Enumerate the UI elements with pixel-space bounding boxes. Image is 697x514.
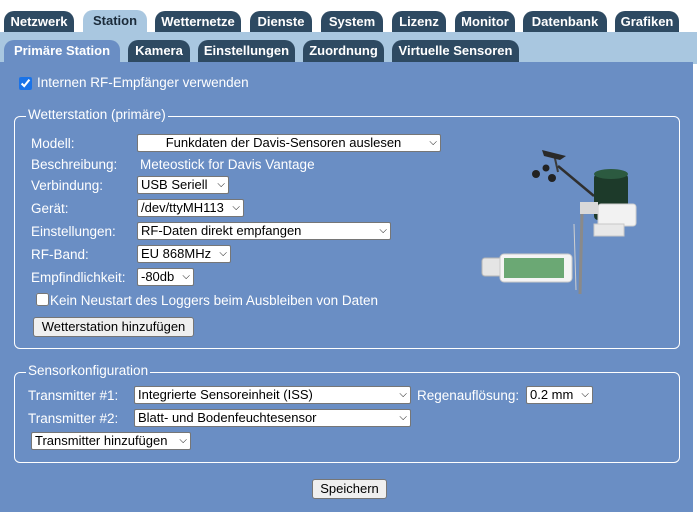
chevron-down-icon: ⌵ [217, 179, 225, 190]
chevron-down-icon: ⌵ [182, 271, 190, 282]
wind-cup-icon [548, 174, 556, 182]
device-label: Gerät: [31, 201, 69, 216]
chevron-down-icon: ⌵ [399, 389, 407, 400]
tab-datenbank[interactable]: Datenbank [523, 11, 607, 32]
transmitter2-select-value: Blatt- und Bodenfeuchtesensor [138, 410, 317, 425]
rain-collector-top [594, 169, 628, 179]
rf-receiver-checkbox[interactable] [19, 77, 32, 90]
model-select-value: Funkdaten der Davis-Sensoren auslesen [165, 135, 402, 150]
description-label: Beschreibung: [31, 157, 118, 172]
tab-lizenz[interactable]: Lizenz [392, 11, 446, 32]
settings-label: Einstellungen: [31, 224, 116, 239]
tab-grafiken[interactable]: Grafiken [615, 11, 679, 32]
rain-resolution-label: Regenauflösung: [417, 388, 520, 403]
wind-cup-icon [532, 170, 540, 178]
transmitter1-label: Transmitter #1: [28, 388, 119, 403]
add-transmitter-select-value: Transmitter hinzufügen [35, 433, 168, 448]
rf-receiver-label: Internen RF-Empfänger verwenden [37, 75, 249, 90]
no-restart-checkbox[interactable] [36, 293, 49, 306]
chevron-down-icon: ⌵ [219, 248, 227, 259]
chevron-down-icon: ⌵ [379, 225, 387, 236]
description-value: Meteostick for Davis Vantage [140, 157, 315, 172]
antenna-line [573, 223, 577, 291]
no-restart-label: Kein Neustart des Loggers beim Ausbleibe… [50, 293, 378, 308]
sensor-config-legend: Sensorkonfiguration [26, 363, 151, 378]
circuit-board-icon [504, 258, 564, 278]
device-select-value: /dev/ttyMH113 [141, 200, 224, 215]
tab-virtuelle-sensoren[interactable]: Virtuelle Sensoren [392, 40, 519, 62]
connection-select-value: USB Seriell [141, 177, 208, 192]
chevron-down-icon: ⌵ [179, 435, 187, 446]
tab-system[interactable]: System [321, 11, 383, 32]
weather-station-legend: Wetterstation (primäre) [26, 107, 168, 122]
main-tab-bar: Netzwerk Station Wetternetze Dienste Sys… [0, 0, 697, 32]
model-label: Modell: [31, 136, 75, 151]
sensitivity-select-value: -80db [141, 269, 175, 284]
device-select[interactable]: /dev/ttyMH113 ⌵ [137, 199, 244, 217]
settings-select-value: RF-Daten direkt empfangen [141, 223, 302, 238]
connection-label: Verbindung: [31, 178, 104, 193]
chevron-down-icon: ⌵ [429, 137, 437, 148]
save-button[interactable]: Speichern [312, 479, 387, 499]
rf-band-select-value: EU 868MHz [141, 246, 212, 261]
tab-wetternetze[interactable]: Wetternetze [155, 11, 241, 32]
tab-primaere-station[interactable]: Primäre Station [4, 40, 120, 64]
transmitter1-select[interactable]: Integrierte Sensoreinheit (ISS) ⌵ [134, 386, 411, 404]
tab-einstellungen[interactable]: Einstellungen [198, 40, 295, 62]
chevron-down-icon: ⌵ [581, 389, 589, 400]
transmitter2-select[interactable]: Blatt- und Bodenfeuchtesensor ⌵ [134, 409, 411, 427]
chevron-down-icon: ⌵ [399, 412, 407, 423]
shield-plate-icon [593, 223, 625, 237]
weather-station-image [481, 150, 637, 295]
wind-cup-icon [542, 164, 550, 172]
wind-vane-icon [542, 150, 566, 160]
tab-netzwerk[interactable]: Netzwerk [4, 11, 74, 32]
rain-resolution-select[interactable]: 0.2 mm ⌵ [526, 386, 593, 404]
tab-kamera[interactable]: Kamera [128, 40, 190, 62]
transmitter1-select-value: Integrierte Sensoreinheit (ISS) [138, 387, 313, 402]
radiation-shield-icon [597, 203, 637, 227]
bracket-icon [580, 202, 598, 214]
rf-band-label: RF-Band: [31, 247, 89, 262]
tab-dienste[interactable]: Dienste [250, 11, 312, 32]
connection-select[interactable]: USB Seriell ⌵ [137, 176, 229, 194]
rf-band-select[interactable]: EU 868MHz ⌵ [137, 245, 231, 263]
tab-station[interactable]: Station [83, 10, 147, 32]
settings-select[interactable]: RF-Daten direkt empfangen ⌵ [137, 222, 391, 240]
add-transmitter-select[interactable]: Transmitter hinzufügen ⌵ [31, 432, 191, 450]
transmitter2-label: Transmitter #2: [28, 411, 119, 426]
arm-line [557, 165, 595, 197]
rain-resolution-select-value: 0.2 mm [530, 387, 574, 402]
model-select[interactable]: Funkdaten der Davis-Sensoren auslesen ⌵ [137, 134, 441, 152]
add-weather-station-button[interactable]: Wetterstation hinzufügen [33, 317, 194, 337]
sensitivity-label: Empfindlichkeit: [31, 270, 126, 285]
sensitivity-select[interactable]: -80db ⌵ [137, 268, 194, 286]
chevron-down-icon: ⌵ [232, 202, 240, 213]
tab-monitor[interactable]: Monitor [455, 11, 515, 32]
tab-zuordnung[interactable]: Zuordnung [303, 40, 384, 62]
pole-line [578, 213, 584, 295]
